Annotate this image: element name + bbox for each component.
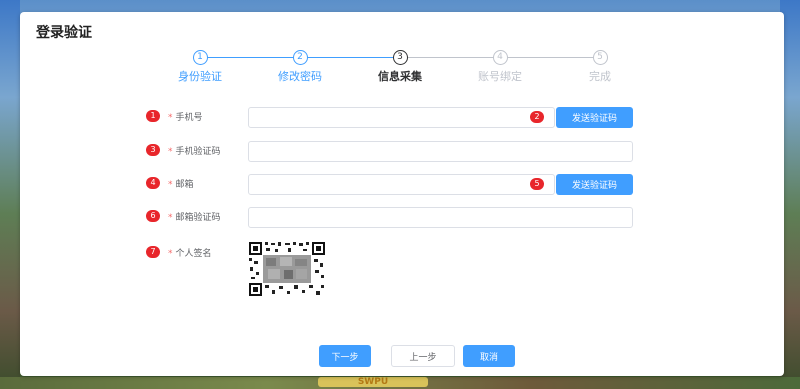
- step-label: 账号绑定: [478, 70, 522, 83]
- required-mark: *: [168, 180, 173, 190]
- form-row-signature: 7 * 个人签名: [146, 243, 636, 265]
- step-identity-verification: 1 身份验证: [150, 50, 250, 84]
- required-mark: *: [168, 249, 173, 259]
- cancel-button[interactable]: 取消: [463, 345, 515, 367]
- annotation-badge: 7: [146, 246, 160, 258]
- email-code-label: * 邮箱验证码: [168, 210, 221, 223]
- step-number: 1: [192, 50, 208, 65]
- step-label: 身份验证: [178, 70, 222, 83]
- phone-label-text: 手机号: [175, 113, 203, 123]
- form-row-phone: 1 * 手机号 2 发送验证码: [146, 107, 636, 129]
- signature-label-text: 个人签名: [175, 249, 212, 259]
- step-label: 信息采集: [378, 70, 422, 83]
- phone-input[interactable]: [248, 107, 555, 128]
- background-left-strip: [0, 0, 20, 389]
- form-row-email-code: 6 * 邮箱验证码: [146, 207, 636, 229]
- step-account-binding: 4 账号绑定: [450, 50, 550, 84]
- step-number: 2: [292, 50, 308, 65]
- email-code-label-text: 邮箱验证码: [175, 213, 221, 223]
- email-label-text: 邮箱: [175, 180, 194, 190]
- signature-label: * 个人签名: [168, 246, 212, 259]
- phone-code-label-text: 手机验证码: [175, 147, 221, 157]
- annotation-badge: 1: [146, 110, 160, 122]
- phone-label: * 手机号: [168, 110, 203, 123]
- step-number: 3: [392, 50, 408, 65]
- previous-step-button[interactable]: 上一步: [391, 345, 455, 367]
- step-label: 完成: [589, 70, 611, 83]
- annotation-badge: 5: [530, 178, 544, 190]
- step-number: 4: [492, 50, 508, 65]
- annotation-badge: 3: [146, 144, 160, 156]
- next-step-button[interactable]: 下一步: [319, 345, 371, 367]
- form-row-email: 4 * 邮箱 5 发送验证码: [146, 174, 636, 196]
- dialog-title: 登录验证: [36, 25, 92, 41]
- step-info-collection: 3 信息采集: [350, 50, 450, 84]
- signature-qr-code-image[interactable]: [248, 241, 326, 297]
- email-code-input[interactable]: [248, 207, 633, 228]
- background-campus-banner: SWPU: [318, 377, 428, 387]
- required-mark: *: [168, 213, 173, 223]
- email-label: * 邮箱: [168, 177, 194, 190]
- send-phone-code-button[interactable]: 发送验证码: [556, 107, 633, 128]
- send-email-code-button[interactable]: 发送验证码: [556, 174, 633, 195]
- phone-code-label: * 手机验证码: [168, 144, 221, 157]
- progress-steps: 1 身份验证 2 修改密码 3 信息采集 4 账号绑定 5 完成: [150, 50, 630, 90]
- email-input[interactable]: [248, 174, 555, 195]
- step-complete: 5 完成: [550, 50, 650, 84]
- annotation-badge: 6: [146, 210, 160, 222]
- step-number: 5: [592, 50, 608, 65]
- required-mark: *: [168, 113, 173, 123]
- required-mark: *: [168, 147, 173, 157]
- step-label: 修改密码: [278, 70, 322, 83]
- annotation-badge: 4: [146, 177, 160, 189]
- login-verification-dialog: 登录验证 1 身份验证 2 修改密码 3 信息采集 4 账号绑定 5 完成 1 …: [20, 12, 784, 376]
- form-row-phone-code: 3 * 手机验证码: [146, 141, 636, 163]
- annotation-badge: 2: [530, 111, 544, 123]
- phone-code-input[interactable]: [248, 141, 633, 162]
- step-change-password: 2 修改密码: [250, 50, 350, 84]
